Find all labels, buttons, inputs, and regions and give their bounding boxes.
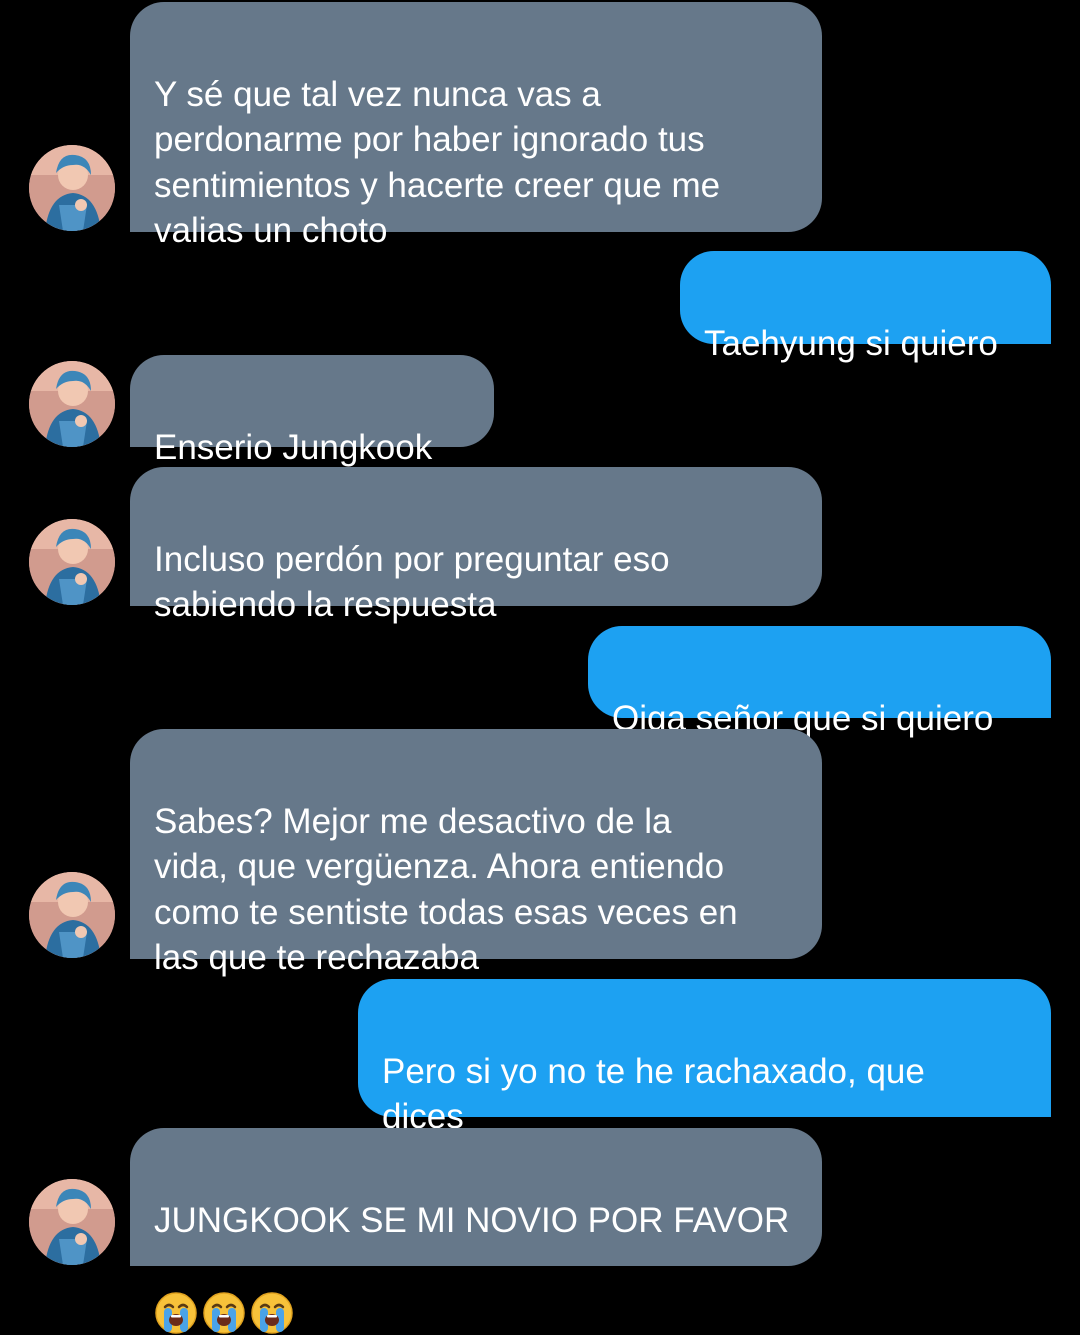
avatar-photo-icon: [29, 872, 115, 958]
avatar[interactable]: [29, 361, 115, 447]
avatar[interactable]: [29, 1179, 115, 1265]
message-text: Taehyung si quiero: [704, 323, 998, 363]
avatar[interactable]: [29, 145, 115, 231]
received-message: JUNGKOOK SE MI NOVIO POR FAVOR: [130, 1128, 822, 1334]
message-text: Pero si yo no te he rachaxado, que dices: [382, 1051, 925, 1137]
avatar-photo-icon: [29, 361, 115, 447]
message-text: Enserio Jungkook: [154, 427, 433, 467]
avatar-photo-icon: [29, 1179, 115, 1265]
message-text: Y sé que tal vez nunca vas a perdonarme …: [154, 74, 721, 251]
loudly-crying-face-icon: [203, 1292, 245, 1334]
avatar-photo-icon: [29, 519, 115, 605]
loudly-crying-face-icon: [251, 1292, 293, 1334]
received-message: Y sé que tal vez nunca vas a perdonarme …: [130, 2, 822, 250]
avatar[interactable]: [29, 872, 115, 958]
sent-message: Pero si yo no te he rachaxado, que dices: [358, 979, 1051, 1136]
received-message: Enserio Jungkook: [130, 355, 494, 467]
received-message: Incluso perdón por preguntar eso sabiend…: [130, 467, 822, 624]
avatar-photo-icon: [29, 145, 115, 231]
message-text: Incluso perdón por preguntar eso sabiend…: [154, 539, 670, 625]
message-text: Sabes? Mejor me desactivo de la vida, qu…: [154, 801, 738, 978]
message-text: JUNGKOOK SE MI NOVIO POR FAVOR: [154, 1200, 790, 1240]
avatar[interactable]: [29, 519, 115, 605]
sent-message: Taehyung si quiero: [680, 251, 1051, 363]
emoji-row: [154, 1291, 294, 1335]
loudly-crying-face-icon: [155, 1292, 197, 1334]
received-message: Sabes? Mejor me desactivo de la vida, qu…: [130, 729, 822, 977]
sent-message: Oiga señor que si quiero: [588, 626, 1051, 738]
